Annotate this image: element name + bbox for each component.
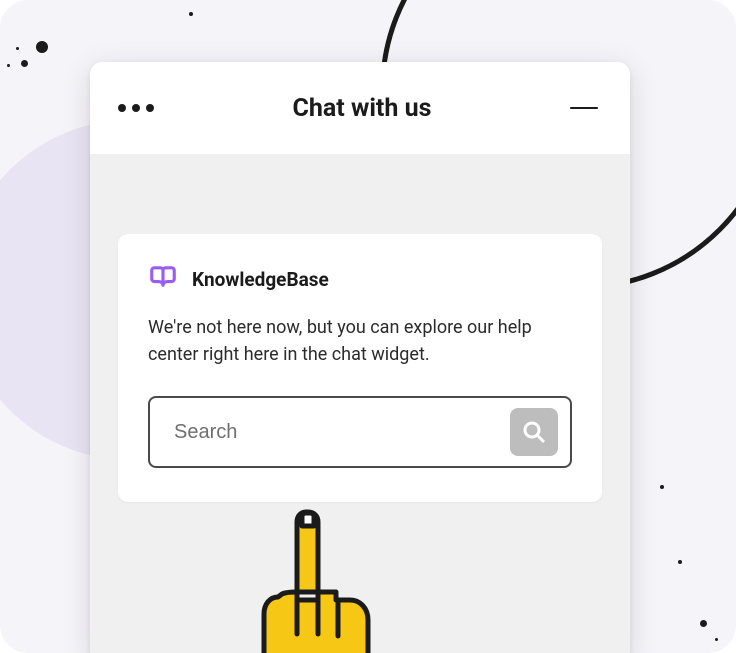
more-menu-button[interactable] <box>118 104 154 112</box>
search-input[interactable] <box>174 421 510 444</box>
brand-name: KnowledgeBase <box>192 268 329 291</box>
decorative-dot <box>16 47 19 50</box>
minimize-button[interactable] <box>570 107 598 109</box>
decorative-dot <box>21 60 28 67</box>
search-button[interactable] <box>510 408 558 456</box>
chat-title: Chat with us <box>293 94 432 123</box>
pointing-hand-icon <box>248 502 378 653</box>
knowledgebase-card: KnowledgeBase We're not here now, but yo… <box>118 234 602 502</box>
illustration-stage: Chat with us KnowledgeBase We're not her… <box>0 0 736 653</box>
card-message: We're not here now, but you can explore … <box>148 314 572 368</box>
search-field-wrap[interactable] <box>148 396 572 468</box>
decorative-dot <box>700 620 707 627</box>
decorative-dot <box>660 485 664 489</box>
decorative-dot <box>36 41 48 53</box>
chat-header: Chat with us <box>90 62 630 154</box>
decorative-dot <box>715 638 718 641</box>
decorative-dot <box>7 64 10 67</box>
brand-row: KnowledgeBase <box>148 264 572 294</box>
chat-widget: Chat with us KnowledgeBase We're not her… <box>90 62 630 653</box>
search-icon <box>522 420 546 444</box>
knowledgebase-icon <box>148 264 178 294</box>
decorative-dot <box>189 12 193 16</box>
decorative-dot <box>678 560 682 564</box>
